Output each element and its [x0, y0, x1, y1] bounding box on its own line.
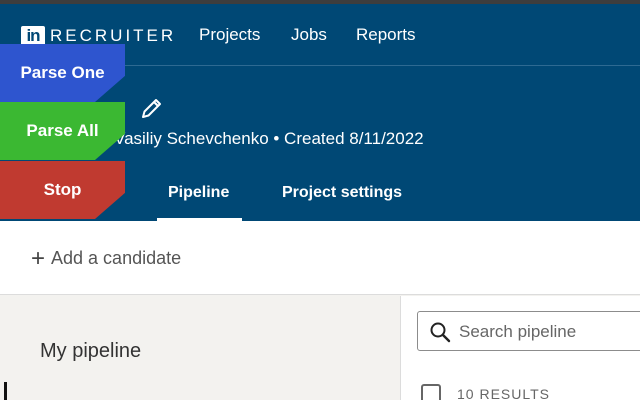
- nav-reports[interactable]: Reports: [356, 25, 416, 45]
- pencil-icon[interactable]: [139, 96, 165, 122]
- nav-projects[interactable]: Projects: [199, 25, 260, 45]
- add-candidate-label: Add a candidate: [51, 248, 182, 268]
- stop-label: Stop: [43, 180, 82, 199]
- select-all-checkbox[interactable]: [421, 384, 441, 400]
- plus-icon: +: [31, 244, 46, 272]
- search-icon: [430, 322, 451, 343]
- linkedin-logo-icon: in: [21, 26, 45, 46]
- sidebar-title: My pipeline: [40, 340, 142, 362]
- sidebar: My pipeline: [0, 296, 400, 400]
- search-placeholder: Search pipeline: [459, 322, 577, 341]
- pipeline-panel: Search pipeline 10 RESULTS: [400, 296, 640, 400]
- action-bar: + Add a candidate: [0, 221, 640, 295]
- results-row: 10 RESULTS: [421, 384, 550, 400]
- text-cursor: [4, 382, 7, 400]
- tab-pipeline[interactable]: Pipeline: [168, 184, 229, 202]
- nav-jobs[interactable]: Jobs: [291, 25, 327, 45]
- app-brand: RECRUITER: [50, 26, 177, 45]
- results-count: 10 RESULTS: [457, 386, 550, 400]
- add-candidate-button[interactable]: + Add a candidate: [31, 244, 182, 272]
- project-meta: Vasiliy Schevchenko • Created 8/11/2022: [114, 129, 424, 148]
- tab-project-settings[interactable]: Project settings: [282, 184, 402, 202]
- search-pipeline-input[interactable]: Search pipeline: [417, 311, 640, 351]
- parse-all-label: Parse All: [26, 121, 99, 140]
- parse-one-label: Parse One: [20, 63, 105, 82]
